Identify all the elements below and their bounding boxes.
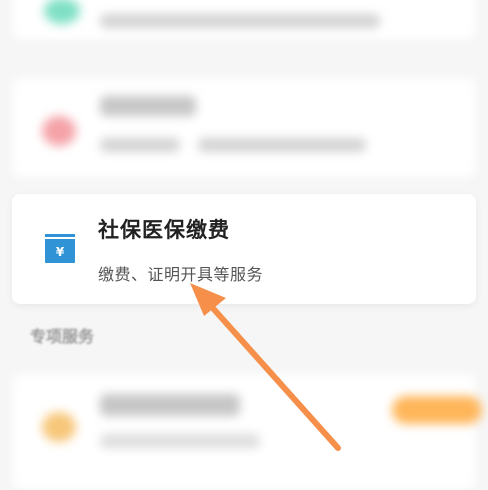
- blurred-service-title: [100, 394, 240, 416]
- blurred-service-icon: [44, 0, 80, 24]
- blurred-service-subtitle: [100, 138, 180, 152]
- blurred-service-card-bottom[interactable]: [12, 374, 482, 490]
- section-title: 专项服务: [30, 327, 95, 346]
- blurred-service-subtitle: [100, 14, 380, 28]
- svg-text:¥: ¥: [56, 245, 65, 259]
- blurred-service-icon: [42, 412, 76, 442]
- blurred-service-card-top[interactable]: [12, 0, 476, 40]
- blurred-service-subtitle: [100, 434, 260, 448]
- blurred-service-icon: [42, 116, 76, 146]
- blurred-service-card-2[interactable]: [12, 78, 476, 178]
- blurred-action-button[interactable]: [392, 396, 482, 424]
- social-medical-insurance-payment-card[interactable]: [12, 194, 476, 304]
- card-title: 社保医保缴费: [98, 218, 230, 242]
- blurred-service-subtitle: [198, 138, 366, 152]
- blurred-service-title: [100, 96, 196, 116]
- wallet-icon: ¥: [45, 234, 75, 263]
- card-subtitle: 缴费、证明开具等服务: [98, 265, 264, 284]
